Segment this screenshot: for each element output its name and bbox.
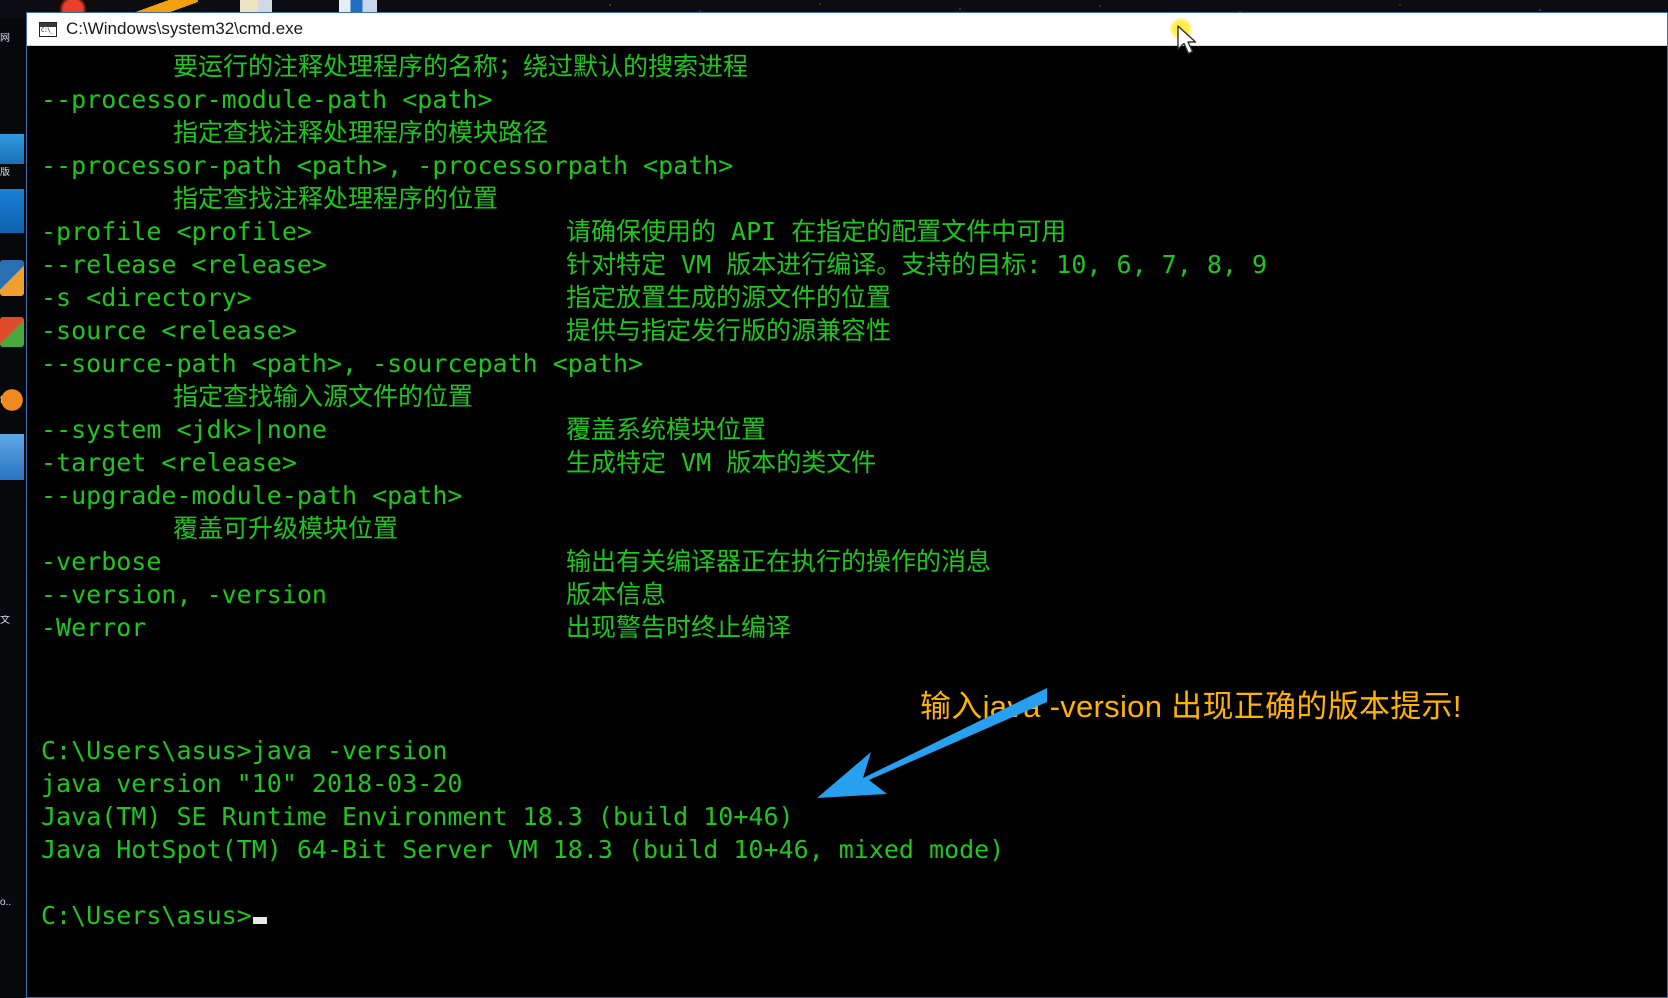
console-line: --release <release> 针对特定 VM 版本进行编译。支持的目标:… [41, 248, 1667, 281]
console-line-option: -s <directory> [41, 283, 252, 312]
console-lines: 要运行的注释处理程序的名称；绕过默认的搜索进程 --processor-modul… [41, 50, 1667, 644]
window-title: C:\Windows\system32\cmd.exe [66, 19, 304, 38]
console-line-description: 覆盖可升级模块位置 [173, 514, 399, 543]
console-line: 覆盖可升级模块位置 [41, 512, 1667, 545]
console-line-option: --processor-path <path>, -processorpath … [41, 151, 734, 180]
console-line-description: 指定查找输入源文件的位置 [173, 382, 474, 411]
desktop-icon-label-4: 文 [0, 615, 10, 626]
desktop-icon-2[interactable] [0, 134, 24, 164]
console-line-description: 请确保使用的 API 在指定的配置文件中可用 [566, 217, 1067, 246]
console-line: --processor-module-path <path> [41, 83, 1667, 116]
final-prompt-text: C:\Users\asus> [41, 901, 252, 930]
console-line-description: 覆盖系统模块位置 [566, 415, 767, 444]
window-titlebar[interactable]: C:\Windows\system32\cmd.exe [27, 13, 1667, 46]
console-line: 指定查找输入源文件的位置 [41, 380, 1667, 413]
console-line-option: --version, -version [41, 580, 327, 609]
console-line: -source <release> 提供与指定发行版的源兼容性 [41, 314, 1667, 347]
console-line-description: 针对特定 VM 版本进行编译。支持的目标: 10, 6, 7, 8, 9 [566, 250, 1268, 279]
console-line-description: 要运行的注释处理程序的名称；绕过默认的搜索进程 [173, 52, 749, 81]
output-line: Java HotSpot(TM) 64-Bit Server VM 18.3 (… [41, 835, 1005, 864]
console-line: 指定查找注释处理程序的模块路径 [41, 116, 1667, 149]
console-line: --upgrade-module-path <path> [41, 479, 1667, 512]
desktop-icon-7[interactable] [0, 434, 24, 480]
output-line: Java(TM) SE Runtime Environment 18.3 (bu… [41, 802, 794, 831]
console-line: -target <release> 生成特定 VM 版本的类文件 [41, 446, 1667, 479]
console-line: --source-path <path>, -sourcepath <path> [41, 347, 1667, 380]
console-line-option: -source <release> [41, 316, 297, 345]
console-line-option: -Werror [41, 613, 147, 642]
final-prompt-line[interactable]: C:\Users\asus> [41, 899, 1661, 932]
output-line: java version "10" 2018-03-20 [41, 769, 463, 798]
console-line-option: -target <release> [41, 448, 297, 477]
console-line: -profile <profile> 请确保使用的 API 在指定的配置文件中可用 [41, 215, 1667, 248]
console-line: -verbose 输出有关编译器正在执行的操作的消息 [41, 545, 1667, 578]
console-line-description: 指定查找注释处理程序的位置 [173, 184, 499, 213]
console-line-option: --source-path <path>, -sourcepath <path> [41, 349, 644, 378]
desktop-left-strip: 网 版 ft 文 o.. [0, 17, 26, 998]
console-line: --processor-path <path>, -processorpath … [41, 149, 1667, 182]
console-line-description: 指定放置生成的源文件的位置 [566, 283, 892, 312]
desktop-icon-label-2: 版 [0, 167, 10, 178]
desktop-icon-3[interactable] [0, 189, 24, 233]
prompt-output-block: C:\Users\asus>java -version java version… [41, 734, 1661, 932]
desktop-icon-6[interactable] [0, 387, 24, 413]
cmd-window: C:\Windows\system32\cmd.exe 要运行的注释处理程序的名… [26, 12, 1668, 998]
desktop-icon-label-5: o.. [0, 897, 12, 908]
console-line-option: --processor-module-path <path> [41, 85, 493, 114]
screen-root: 网 版 ft 文 o.. C:\Windows\system32\cmd.exe… [0, 0, 1668, 998]
console-output[interactable]: 要运行的注释处理程序的名称；绕过默认的搜索进程 --processor-modul… [27, 46, 1667, 997]
desktop-icon-5[interactable] [0, 317, 24, 347]
console-line-description: 指定查找注释处理程序的模块路径 [173, 118, 549, 147]
console-line-description: 提供与指定发行版的源兼容性 [566, 316, 892, 345]
console-line-option: -profile <profile> [41, 217, 312, 246]
console-line-description: 出现警告时终止编译 [566, 613, 792, 642]
console-line: 指定查找注释处理程序的位置 [41, 182, 1667, 215]
console-line: -Werror 出现警告时终止编译 [41, 611, 1667, 644]
console-line-description: 生成特定 VM 版本的类文件 [566, 448, 877, 477]
desktop-icon-4[interactable] [0, 260, 24, 296]
console-line: --system <jdk>|none 覆盖系统模块位置 [41, 413, 1667, 446]
command-line: C:\Users\asus>java -version [41, 736, 448, 765]
console-line-option: --upgrade-module-path <path> [41, 481, 463, 510]
console-line: 要运行的注释处理程序的名称；绕过默认的搜索进程 [41, 50, 1667, 83]
console-line: --version, -version 版本信息 [41, 578, 1667, 611]
text-cursor [252, 917, 267, 924]
console-line: -s <directory> 指定放置生成的源文件的位置 [41, 281, 1667, 314]
annotation-note: 输入java -version 出现正确的版本提示! [920, 689, 1462, 724]
console-line-option: --system <jdk>|none [41, 415, 327, 444]
console-icon [39, 21, 57, 37]
console-line-option: --release <release> [41, 250, 327, 279]
console-line-description: 版本信息 [566, 580, 667, 609]
console-line-description: 输出有关编译器正在执行的操作的消息 [566, 547, 992, 576]
desktop-icon-label-1: 网 [0, 33, 10, 44]
console-line-option: -verbose [41, 547, 162, 576]
